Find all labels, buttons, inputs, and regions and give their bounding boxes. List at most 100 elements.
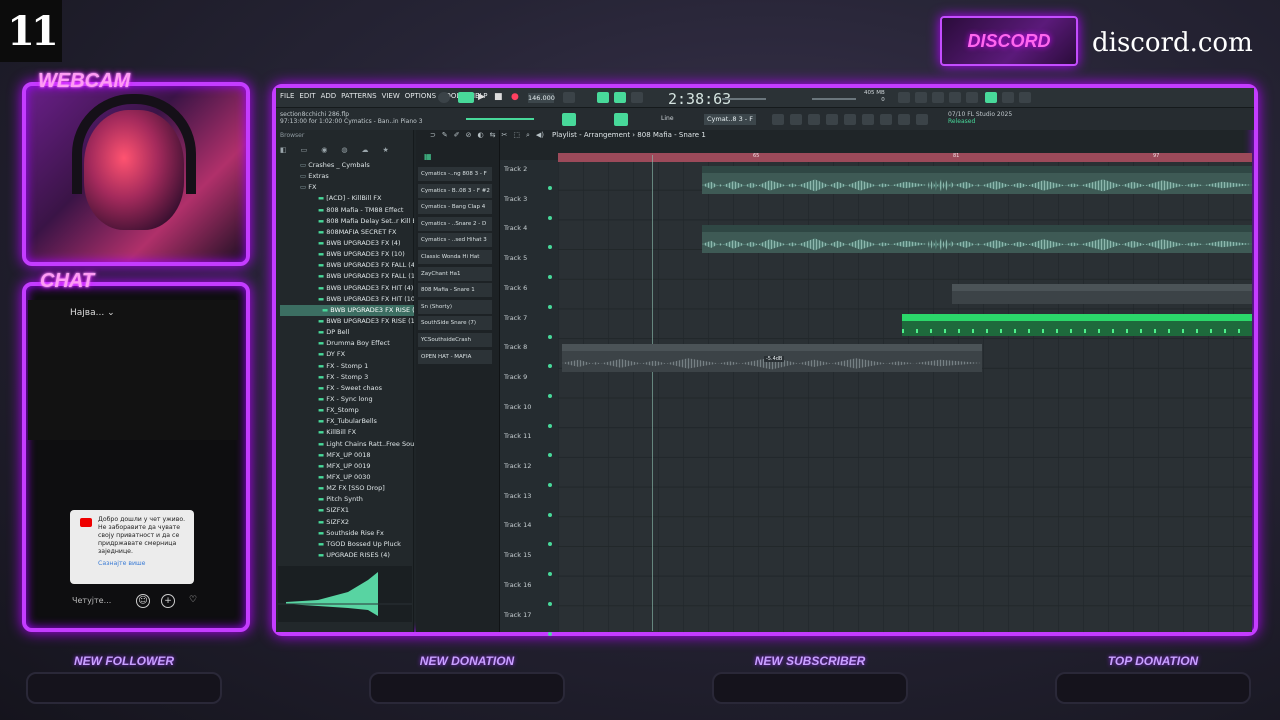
track-header[interactable]: Track 2	[504, 165, 527, 173]
audio-clip[interactable]: Cyma..	[928, 225, 954, 253]
snap-selector[interactable]: Line	[661, 115, 674, 122]
chat-icon[interactable]	[1002, 92, 1014, 103]
pattern-selector[interactable]: Cymat..8 3 - F	[704, 114, 756, 125]
browser-file[interactable]: ▬ SIZFX2	[280, 517, 414, 528]
track-header[interactable]: Track 10	[504, 403, 531, 411]
track-enable-led[interactable]	[548, 601, 552, 606]
channel-button[interactable]: Cymatics -..ng 808 3 - F	[418, 167, 492, 181]
track-enable-led[interactable]	[548, 631, 552, 636]
browser-file[interactable]: ▬ FX - Stomp 3	[280, 372, 414, 383]
channel-button[interactable]: Cymatics - ..Snare 2 - D	[418, 216, 492, 231]
countdown-icon[interactable]	[614, 92, 626, 103]
channel-button[interactable]: Cymatics - B..08 3 - F #2	[418, 183, 492, 198]
browser-plugin-icon[interactable]: ◉	[321, 146, 327, 156]
audio-clip[interactable]: Cymatics - Bang Dark Melody Loop 3 - 146…	[702, 225, 928, 253]
chat-sort-dropdown[interactable]: Најва... ⌄	[70, 308, 115, 318]
track-header[interactable]: Track 6	[504, 284, 527, 292]
browser-file[interactable]: ▬ BWB UPGRADE3 FX HIT (10)	[280, 294, 414, 305]
browser-star-icon[interactable]: ★	[382, 146, 388, 156]
channel-button[interactable]: SouthSide Snare (7)	[418, 316, 492, 331]
loop-record-icon[interactable]	[631, 92, 643, 103]
mute-icon[interactable]: ◐	[478, 131, 484, 140]
channel-rack-icon[interactable]	[808, 114, 820, 125]
browser-file[interactable]: ▬ FX_TubularBells	[280, 416, 414, 427]
pattern-clip[interactable]: OPEN HAT - MAFIA	[952, 284, 1252, 304]
plugin-picker-icon[interactable]	[862, 114, 874, 125]
zoom-slider[interactable]	[466, 118, 534, 120]
learn-more-link[interactable]: Сазнајте више	[98, 560, 188, 568]
menu-view[interactable]: VIEW	[382, 92, 400, 100]
plug-icon[interactable]	[880, 114, 892, 125]
browser-file[interactable]: ▬ FX - Sweet chaos	[280, 383, 414, 394]
delete-icon[interactable]: ⊘	[466, 131, 472, 140]
master-volume-slider[interactable]	[722, 98, 766, 100]
heart-icon[interactable]: ♡	[186, 594, 200, 608]
browser-folder[interactable]: ▭ Extras	[280, 171, 414, 182]
track-enable-led[interactable]	[548, 423, 552, 428]
track-header[interactable]: Track 5	[504, 254, 527, 262]
track-header[interactable]: Track 14	[504, 521, 531, 529]
audio-clip[interactable]: Cymatics - Bang Dark Melody Loop 3 - 146…	[954, 166, 1252, 194]
pencil-icon[interactable]: ✎	[442, 131, 448, 140]
browser-file[interactable]: ▬ UPGRADE RISES (4)	[280, 550, 414, 561]
track-enable-led[interactable]	[548, 304, 552, 309]
browser-file[interactable]: ▬ 808 Mafia - TM88 Effect	[280, 205, 414, 216]
playhead-marker[interactable]	[652, 155, 653, 631]
mixer-window-icon[interactable]	[826, 114, 838, 125]
browser-file[interactable]: ▬ Drumma Boy Effect	[280, 338, 414, 349]
browser-file[interactable]: ▬ BWB UPGRADE3 FX RISE (10)	[280, 316, 414, 327]
browser-cloud-icon[interactable]: ☁	[361, 146, 368, 156]
browser-icon[interactable]	[844, 114, 856, 125]
help-icon[interactable]	[949, 92, 961, 103]
browser-file[interactable]: ▬ Pitch Synth	[280, 494, 414, 505]
cut-icon[interactable]	[915, 92, 927, 103]
browser-file[interactable]: ▬ BWB UPGRADE3 FX FALL (10)	[280, 271, 414, 282]
track-header[interactable]: Track 9	[504, 373, 527, 381]
stop-button[interactable]: ■	[494, 92, 506, 103]
track-header[interactable]: Track 13	[504, 492, 531, 500]
menu-add[interactable]: ADD	[321, 92, 337, 100]
track-header[interactable]: Track 16	[504, 581, 531, 589]
browser-folder-icon[interactable]: ▭	[301, 146, 308, 156]
emoji-icon[interactable]: ☺	[136, 594, 150, 608]
track-header[interactable]: Track 8	[504, 343, 527, 351]
browser-file[interactable]: ▬ BWB UPGRADE3 FX RISE (4)	[280, 304, 414, 316]
track-header[interactable]: Track 11	[504, 432, 531, 440]
track-enable-led[interactable]	[548, 186, 552, 190]
browser-file[interactable]: ▬ MFX_UP 0018	[280, 450, 414, 461]
track-enable-led[interactable]	[548, 334, 552, 339]
play-button[interactable]: ▶	[478, 92, 490, 103]
piano-roll-icon[interactable]	[790, 114, 802, 125]
channel-button[interactable]: Sn (Shorty)	[418, 299, 492, 314]
add-icon[interactable]: +	[161, 594, 175, 608]
menu-file[interactable]: FILE	[280, 92, 294, 100]
browser-file[interactable]: ▬ Light Chains Ratt..Free Sound Effect	[280, 439, 414, 450]
timeline-ruler[interactable]	[558, 153, 1252, 162]
zoom-icon[interactable]: ⌕	[526, 131, 530, 140]
track-enable-led[interactable]	[548, 393, 552, 398]
browser-file[interactable]: ▬ SIZFX1	[280, 505, 414, 516]
wait-input-icon[interactable]	[597, 92, 609, 103]
track-enable-led[interactable]	[548, 215, 552, 220]
browser-file[interactable]: ▬ 808 Mafia Delay Set..r Kill Bill Siren	[280, 216, 414, 227]
channel-button[interactable]: Classic Wonda Hi Hat	[418, 250, 492, 264]
channel-button[interactable]: Cymatics - ..sed Hihat 3	[418, 233, 492, 248]
select-icon[interactable]: ⬚	[513, 131, 520, 140]
master-pitch-slider[interactable]	[812, 98, 856, 100]
settings-icon[interactable]	[1019, 92, 1031, 103]
track-header[interactable]: Track 17	[504, 611, 531, 619]
browser-folder[interactable]: ▭ FX	[280, 182, 414, 193]
audio-clip[interactable]: [A.. (2) [A.. (2) [ACD] - Live HiHat Loo…	[902, 314, 1252, 336]
audio-clip[interactable]: Cymatics - Bang Dark Melody Loop 3 - 146…	[702, 166, 928, 194]
undo-icon[interactable]	[898, 92, 910, 103]
track-header[interactable]: Track 7	[504, 314, 527, 322]
magnet-icon[interactable]: ⊃	[430, 131, 436, 140]
playlist-icon[interactable]	[772, 114, 784, 125]
menu-options[interactable]: OPTIONS	[405, 92, 436, 100]
slip-icon[interactable]: ⇆	[490, 131, 496, 140]
audio-clip[interactable]: Cymatics - Bang Dark Melody Loop 3 - 146…	[954, 225, 1252, 253]
browser-file[interactable]: ▬ FX_Stomp	[280, 405, 414, 416]
track-header[interactable]: Track 15	[504, 551, 531, 559]
tuning-icon[interactable]	[898, 114, 910, 125]
browser-sample-icon[interactable]: ◍	[341, 146, 347, 156]
